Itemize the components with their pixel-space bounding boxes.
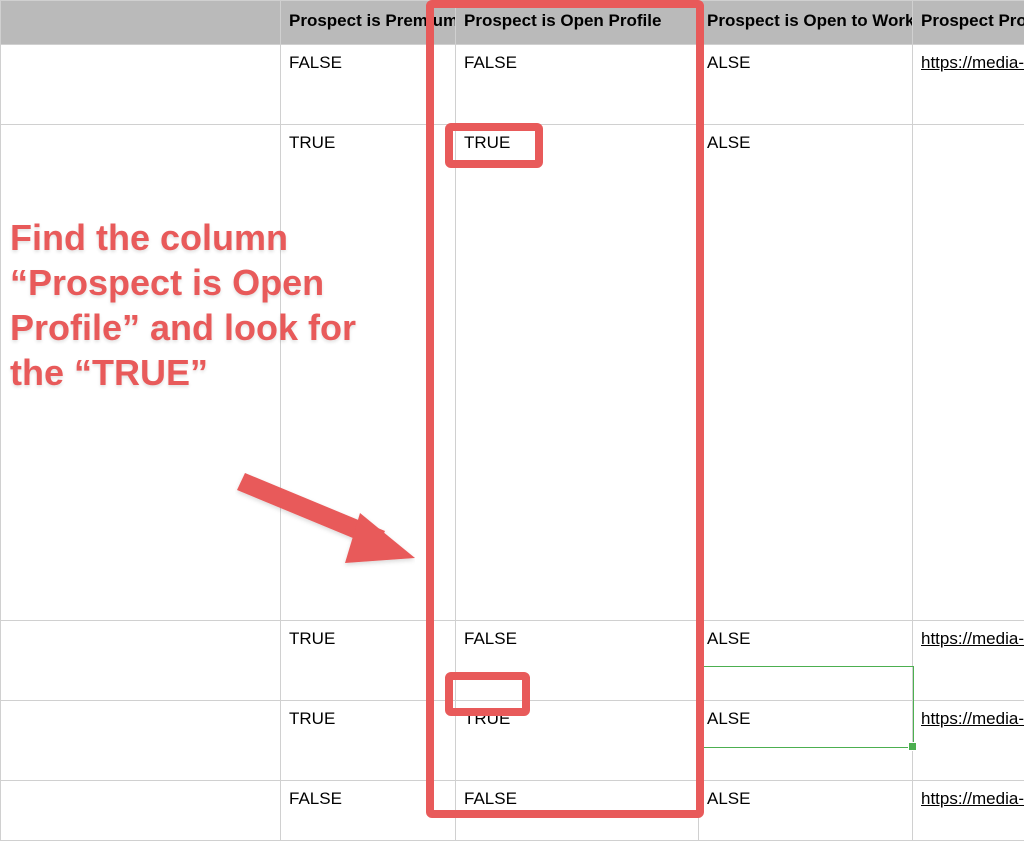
table-row: TRUE FALSE ALSE https://media-exp: [1, 621, 1024, 701]
cell-premium[interactable]: FALSE: [281, 45, 456, 125]
cell-premium[interactable]: TRUE: [281, 621, 456, 701]
profile-link[interactable]: https://media-exp: [921, 53, 1024, 72]
cell-open-profile[interactable]: FALSE: [456, 781, 699, 841]
cell-profile[interactable]: https://media-exp: [913, 621, 1024, 701]
cell-profile[interactable]: https://media-exp: [913, 781, 1024, 841]
col-header-blank[interactable]: [1, 1, 281, 45]
profile-link[interactable]: https://media-exp: [921, 789, 1024, 808]
profile-link[interactable]: https://media-exp: [921, 629, 1024, 648]
cell-open-profile[interactable]: FALSE: [456, 621, 699, 701]
table-row: FALSE FALSE ALSE https://media-exp: [1, 781, 1024, 841]
cell-open-profile[interactable]: TRUE: [456, 125, 699, 621]
table-row: TRUE TRUE ALSE https://media-exp: [1, 701, 1024, 781]
cell-premium[interactable]: FALSE: [281, 781, 456, 841]
table-header-row: Prospect is Premium Prospect is Open Pro…: [1, 1, 1024, 45]
cell-open-profile[interactable]: TRUE: [456, 701, 699, 781]
col-header-profile[interactable]: Prospect Profile: [913, 1, 1024, 45]
col-header-open-profile[interactable]: Prospect is Open Profile: [456, 1, 699, 45]
annotation-text: Find the column “Prospect is Open Profil…: [10, 215, 415, 395]
cell[interactable]: [1, 781, 281, 841]
cell-open-to-work[interactable]: ALSE: [699, 701, 913, 781]
cell[interactable]: [1, 621, 281, 701]
cell-open-to-work[interactable]: ALSE: [699, 125, 913, 621]
profile-link[interactable]: https://media-exp: [921, 709, 1024, 728]
cell-open-profile[interactable]: FALSE: [456, 45, 699, 125]
spreadsheet-table[interactable]: Prospect is Premium Prospect is Open Pro…: [0, 0, 1024, 841]
col-header-premium[interactable]: Prospect is Premium: [281, 1, 456, 45]
cell-open-to-work[interactable]: ALSE: [699, 45, 913, 125]
cell[interactable]: [1, 45, 281, 125]
arrow-icon: [235, 463, 415, 573]
cell-open-to-work[interactable]: ALSE: [699, 621, 913, 701]
cell[interactable]: [1, 701, 281, 781]
cell-profile[interactable]: https://media-exp: [913, 701, 1024, 781]
table-row: FALSE FALSE ALSE https://media-exp: [1, 45, 1024, 125]
cell-premium[interactable]: TRUE: [281, 701, 456, 781]
cell-open-to-work[interactable]: ALSE: [699, 781, 913, 841]
cell-profile[interactable]: [913, 125, 1024, 621]
cell-profile[interactable]: https://media-exp: [913, 45, 1024, 125]
col-header-open-to-work[interactable]: Prospect is Open to Work: [699, 1, 913, 45]
